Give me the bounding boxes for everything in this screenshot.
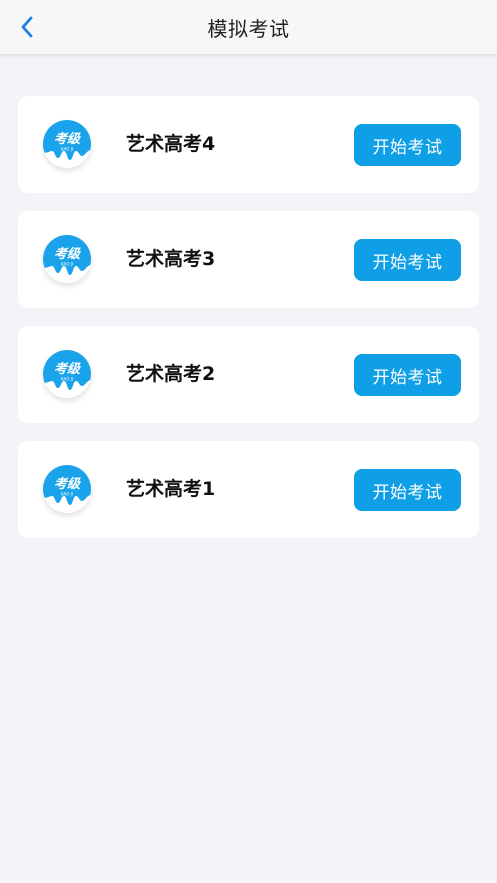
logo-text: 考级 [54,476,81,492]
kaoji-logo: 考级 KAO JI [43,350,91,398]
exam-title: 艺术高考4 [126,133,216,155]
exam-title: 艺术高考2 [126,363,216,385]
logo-subtext: KAO JI [61,262,73,267]
page-title: 模拟考试 [207,16,290,41]
exam-card: 考级 KAO JI 艺术高考1 开始考试 [18,441,479,538]
exam-card: 考级 KAO JI 艺术高考4 开始考试 [18,96,479,193]
exam-title: 艺术高考1 [126,478,216,500]
back-button[interactable] [12,12,42,42]
start-exam-button[interactable]: 开始考试 [354,124,461,166]
logo-subtext: KAO JI [61,377,73,382]
start-exam-button[interactable]: 开始考试 [354,239,461,281]
kaoji-logo: 考级 KAO JI [43,120,91,168]
exam-title: 艺术高考3 [126,248,216,270]
kaoji-logo: 考级 KAO JI [43,465,91,513]
start-exam-button[interactable]: 开始考试 [354,354,461,396]
exam-card: 考级 KAO JI 艺术高考3 开始考试 [18,211,479,308]
nav-bar: 模拟考试 [0,0,497,54]
logo-text: 考级 [54,246,81,262]
logo-text: 考级 [54,131,81,147]
start-exam-button[interactable]: 开始考试 [354,469,461,511]
logo-text: 考级 [54,361,81,377]
kaoji-logo: 考级 KAO JI [43,235,91,283]
logo-subtext: KAO JI [61,492,73,497]
exam-list: 考级 KAO JI 艺术高考4 开始考试 考级 KAO JI 艺术高考3 开始考… [18,96,479,556]
chevron-left-icon [21,16,33,38]
exam-card: 考级 KAO JI 艺术高考2 开始考试 [18,326,479,423]
logo-subtext: KAO JI [61,147,73,152]
